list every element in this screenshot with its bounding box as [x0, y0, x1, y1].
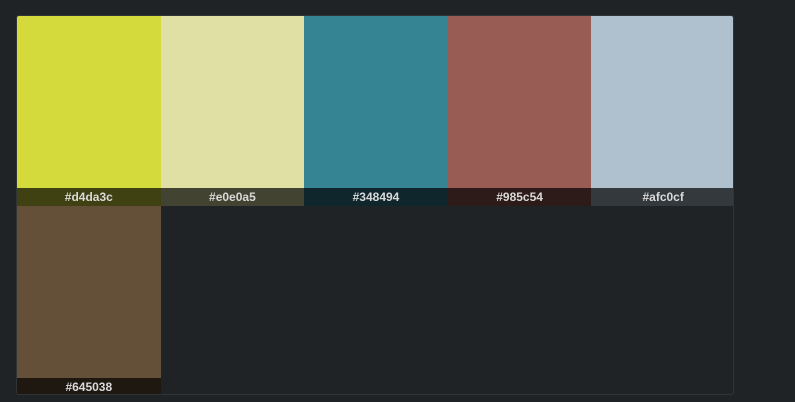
swatch-hex-label: #645038 — [17, 378, 161, 394]
swatch-hex-label: #d4da3c — [17, 188, 161, 206]
swatch-grid: #d4da3c #e0e0a5 #348494 #985c54 #afc0cf #6450… — [17, 16, 733, 394]
color-swatch[interactable]: #645038 — [17, 206, 161, 394]
swatch-hex-label: #afc0cf — [591, 188, 733, 206]
color-swatch[interactable]: #348494 — [304, 16, 448, 206]
color-palette-panel: #d4da3c #e0e0a5 #348494 #985c54 #afc0cf #6450… — [16, 15, 734, 395]
swatch-hex-label: #348494 — [304, 188, 448, 206]
swatch-hex-label: #e0e0a5 — [160, 188, 305, 206]
swatch-hex-label: #985c54 — [447, 188, 592, 206]
color-swatch[interactable]: #d4da3c — [17, 16, 161, 206]
color-swatch[interactable]: #afc0cf — [591, 16, 733, 206]
color-swatch[interactable]: #985c54 — [447, 16, 592, 206]
color-swatch[interactable]: #e0e0a5 — [160, 16, 305, 206]
